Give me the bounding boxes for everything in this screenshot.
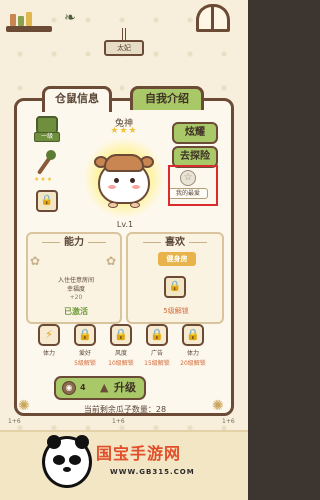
hamster-stars: ★★★ bbox=[110, 126, 138, 136]
skill-demeanor[interactable]: 🔒 风度 10级解锁 bbox=[106, 324, 136, 367]
lock-icon: 🔒 bbox=[146, 324, 168, 346]
hamster-level: Lv.1 bbox=[116, 220, 134, 229]
locked-slot[interactable]: 🔒 bbox=[36, 190, 58, 212]
upgrade-cost: 4 bbox=[80, 383, 86, 392]
highlight-annotation bbox=[168, 165, 218, 206]
tab-hamster-info[interactable]: 仓鼠信息 bbox=[42, 86, 112, 112]
show-off-button[interactable]: 炫耀 bbox=[172, 122, 218, 144]
stick-stars: ★★★ bbox=[34, 176, 54, 183]
seed-icon: ◉ bbox=[62, 381, 76, 395]
equipment-slot-stick[interactable] bbox=[34, 150, 60, 176]
grass-icon: ✺ bbox=[212, 398, 224, 414]
hamster-avatar bbox=[84, 138, 164, 218]
watermark-title: 国宝手游网 bbox=[96, 444, 182, 463]
lock-icon: 🔒 bbox=[40, 195, 54, 206]
like-tag: 健身房 bbox=[158, 252, 196, 266]
ability-section: 能力 ✿ ✿ 入住任意房间 幸福度 +20 已激活 bbox=[26, 232, 122, 324]
rank-badge[interactable]: 一级 bbox=[34, 116, 60, 144]
like-title: 喜欢 bbox=[128, 233, 222, 248]
skill-hobby[interactable]: 🔒 爱好 5级解锁 bbox=[70, 324, 100, 367]
up-arrow-icon: ▲ bbox=[100, 381, 109, 394]
lightning-icon: ⚡ bbox=[38, 324, 60, 346]
window-decor bbox=[196, 4, 230, 32]
bookshelf bbox=[6, 12, 52, 32]
room-sign: 太妃 bbox=[104, 40, 144, 56]
like-unlock-text: 5级解锁 bbox=[163, 307, 189, 315]
watermark-url: WWW.GB315.COM bbox=[110, 468, 195, 476]
like-lock[interactable]: 🔒 bbox=[164, 276, 186, 298]
ability-value: +20 bbox=[69, 294, 83, 301]
lock-icon: 🔒 bbox=[110, 324, 132, 346]
skill-stamina-2[interactable]: 🔒 体力 20级解锁 bbox=[178, 324, 208, 367]
grass-icon: ✺ bbox=[18, 398, 30, 414]
skill-ad[interactable]: 🔒 广告 15级解锁 bbox=[142, 324, 172, 367]
lock-icon: 🔒 bbox=[182, 324, 204, 346]
panda-logo-icon bbox=[42, 435, 92, 488]
seeds-remaining: 当前剩余瓜子数量：28 bbox=[83, 405, 167, 414]
like-section: 喜欢 健身房 🔒 5级解锁 bbox=[126, 232, 224, 324]
plant-icon: ❧ bbox=[64, 10, 76, 26]
ability-status: 已激活 bbox=[64, 307, 88, 316]
tab-self-intro[interactable]: 自我介绍 bbox=[130, 86, 204, 110]
paw-icon: ✿ bbox=[106, 254, 117, 268]
skill-stamina[interactable]: ⚡ 体力 bbox=[34, 324, 64, 357]
ability-description: 入住任意房间 幸福度 bbox=[57, 277, 94, 293]
upgrade-label: 升级 bbox=[114, 381, 136, 394]
ability-title: 能力 bbox=[28, 233, 120, 248]
upgrade-button[interactable]: ◉ 4 ▲ 升级 bbox=[54, 376, 146, 400]
paw-icon: ✿ bbox=[30, 254, 41, 268]
lock-icon: 🔒 bbox=[168, 281, 182, 292]
lock-icon: 🔒 bbox=[74, 324, 96, 346]
